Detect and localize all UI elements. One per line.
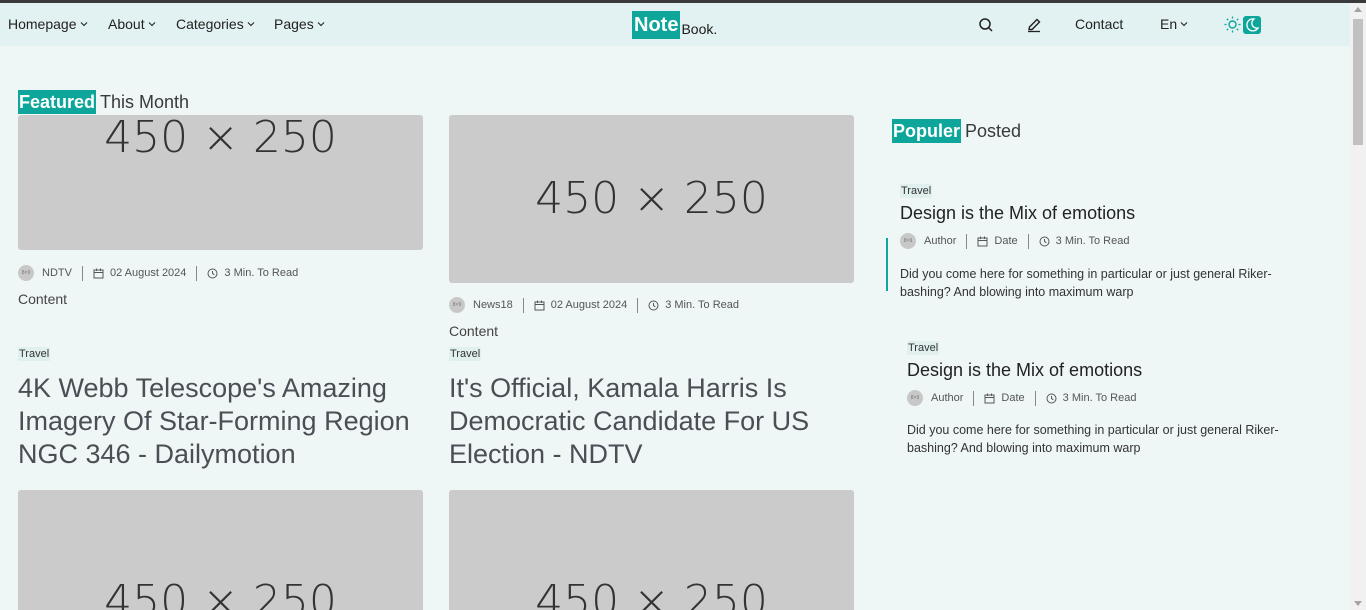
popular-post-author[interactable]: Author — [931, 392, 963, 404]
nav-homepage-label: Homepage — [8, 16, 77, 32]
popular-post-read-time: 3 Min. To Read — [1055, 235, 1130, 247]
nav-about[interactable]: About — [108, 16, 156, 32]
nav-pages-label: Pages — [274, 16, 314, 32]
nav-homepage[interactable]: Homepage — [8, 16, 88, 32]
post-source[interactable]: News18 — [473, 299, 513, 311]
popular-post-title[interactable]: Design is the Mix of emotions — [907, 360, 1142, 381]
edit-icon[interactable] — [1026, 17, 1042, 33]
popular-post-date: Date — [994, 235, 1018, 247]
moon-icon — [1243, 16, 1261, 34]
nav-categories-label: Categories — [176, 16, 244, 32]
navbar: Homepage About Categories Pages Note Boo… — [0, 3, 1350, 46]
clock-icon — [1039, 236, 1050, 246]
meta-divider — [637, 297, 639, 313]
post-headline[interactable]: It's Official, Kamala Harris Is Democrat… — [449, 372, 869, 471]
nav-categories[interactable]: Categories — [176, 16, 255, 32]
meta-divider — [973, 390, 975, 406]
logo-note: Note — [632, 11, 681, 39]
logo-book: Book. — [681, 21, 718, 37]
post-meta: 8×9 NDTV 02 August 2024 3 Min. To Read — [18, 265, 298, 281]
avatar: 8×9 — [907, 390, 923, 406]
post-content: Content — [18, 291, 68, 307]
popular-post-desc: Did you come here for something in parti… — [900, 267, 1272, 299]
meta-divider — [1027, 233, 1029, 249]
meta-divider — [966, 233, 968, 249]
calendar-icon — [534, 300, 545, 310]
featured-title-rest: This Month — [100, 91, 190, 112]
post-read-time: 3 Min. To Read — [665, 299, 740, 311]
post-image-placeholder[interactable]: 450 × 250 — [18, 115, 423, 250]
meta-divider — [1034, 390, 1036, 406]
meta-divider — [522, 297, 524, 313]
clock-icon — [648, 300, 659, 310]
scrollbar-thumb[interactable] — [1353, 19, 1363, 145]
featured-section-title: Featured This Month — [18, 90, 189, 114]
featured-title-highlight: Featured — [18, 90, 97, 114]
image-size-label: 450 × 250 — [535, 576, 768, 610]
page-scrollbar[interactable] — [1350, 3, 1366, 610]
nav-contact-label: Contact — [1075, 16, 1124, 32]
calendar-icon — [977, 236, 988, 246]
chevron-down-icon — [148, 22, 155, 27]
image-size-label: 450 × 250 — [104, 115, 337, 163]
post-tag[interactable]: Travel — [18, 347, 51, 361]
popular-post-tag[interactable]: Travel — [900, 184, 933, 198]
post-date: 02 August 2024 — [550, 299, 628, 311]
nav-pages[interactable]: Pages — [274, 16, 325, 32]
sun-icon — [1224, 16, 1241, 33]
calendar-icon — [984, 393, 995, 403]
calendar-icon — [93, 268, 104, 278]
popular-title-rest: Posted — [965, 120, 1022, 141]
language-select[interactable]: En — [1160, 16, 1188, 32]
meta-divider — [81, 265, 83, 281]
post-tag[interactable]: Travel — [449, 347, 482, 361]
post-image-placeholder[interactable]: 450 × 250 — [18, 490, 423, 610]
post-image-placeholder[interactable]: 450 × 250 — [449, 115, 854, 283]
chevron-down-icon — [1180, 22, 1188, 27]
post-meta: 8×9 News18 02 August 2024 3 Min. To Read — [449, 297, 739, 313]
scroll-down-arrow[interactable] — [1354, 601, 1362, 606]
popular-post-read-time: 3 Min. To Read — [1062, 392, 1137, 404]
popular-post-date: Date — [1001, 392, 1025, 404]
popular-section-title: Populer Posted — [892, 119, 1021, 143]
chevron-down-icon — [317, 22, 325, 27]
theme-toggle[interactable] — [1224, 16, 1261, 34]
scroll-up-arrow[interactable] — [1354, 7, 1362, 12]
post-headline[interactable]: 4K Webb Telescope's Amazing Imagery Of S… — [18, 372, 438, 471]
avatar: 8×9 — [449, 297, 465, 313]
chevron-down-icon — [247, 22, 255, 27]
avatar: 8×9 — [900, 233, 916, 249]
post-date: 02 August 2024 — [109, 267, 187, 279]
popular-post-title[interactable]: Design is the Mix of emotions — [900, 203, 1135, 224]
image-size-label: 450 × 250 — [104, 576, 337, 610]
image-size-label: 450 × 250 — [535, 173, 768, 224]
search-icon[interactable] — [978, 17, 994, 33]
post-image-placeholder[interactable]: 450 × 250 — [449, 490, 854, 610]
post-source[interactable]: NDTV — [42, 267, 72, 279]
site-logo[interactable]: Note Book. — [632, 11, 717, 39]
popular-post-author[interactable]: Author — [924, 235, 956, 247]
popular-title-highlight: Populer — [892, 119, 962, 143]
popular-post-tag[interactable]: Travel — [907, 341, 940, 355]
avatar: 8×9 — [18, 265, 34, 281]
active-post-indicator — [886, 238, 888, 291]
popular-post-meta: 8×9 Author Date 3 Min. To Read — [900, 233, 1129, 249]
popular-post-desc: Did you come here for something in parti… — [907, 423, 1279, 455]
post-content: Content — [449, 323, 499, 339]
clock-icon — [207, 268, 218, 278]
post-read-time: 3 Min. To Read — [224, 267, 299, 279]
language-label: En — [1160, 16, 1178, 32]
chevron-down-icon — [80, 22, 87, 27]
popular-post-meta: 8×9 Author Date 3 Min. To Read — [907, 390, 1136, 406]
clock-icon — [1046, 393, 1057, 403]
nav-about-label: About — [108, 16, 145, 32]
meta-divider — [196, 265, 198, 281]
nav-contact[interactable]: Contact — [1075, 16, 1123, 32]
